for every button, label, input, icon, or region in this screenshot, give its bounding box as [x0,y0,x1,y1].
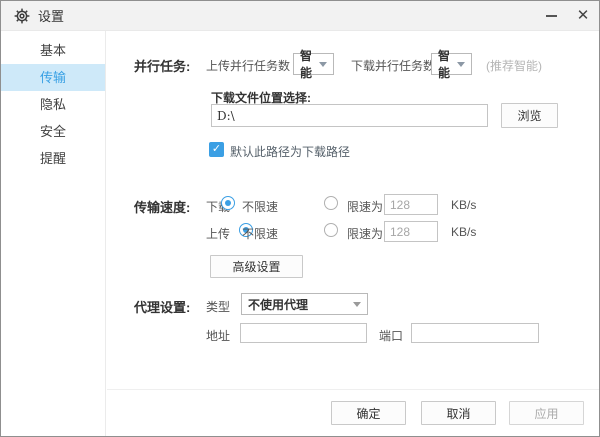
download-limit-unit: KB/s [451,198,476,212]
download-parallel-label: 下载并行任务数 [351,57,435,74]
upload-parallel-value: 智能 [300,47,313,81]
proxy-type-value: 不使用代理 [248,296,308,313]
proxy-port-label: 端口 [379,327,403,344]
upload-speed-label: 上传 [206,225,230,242]
parallel-tasks-section-label: 并行任务: [134,56,190,75]
upload-parallel-label: 上传并行任务数 [206,57,290,74]
proxy-type-label: 类型 [206,298,230,315]
download-path-input[interactable] [211,104,488,127]
upload-limit-radio[interactable] [324,223,338,237]
sidebar-item-privacy[interactable]: 隐私 [1,91,105,118]
download-parallel-value: 智能 [438,47,451,81]
minimize-icon [546,15,557,17]
chevron-down-icon [457,62,465,67]
sidebar: 基本 传输 隐私 安全 提醒 [1,31,106,436]
transfer-settings-panel: 并行任务: 上传并行任务数 智能 下载并行任务数 智能 (推荐智能) 下载文件位… [107,31,599,436]
ok-button[interactable]: 确定 [331,401,406,425]
recommended-hint: (推荐智能) [486,57,542,74]
upload-limit-unit: KB/s [451,225,476,239]
settings-dialog: 设置 ✕ 基本 传输 隐私 安全 提醒 并行任务: 上传并行任务数 智能 下载并… [0,0,600,437]
close-icon: ✕ [577,8,590,23]
close-button[interactable]: ✕ [567,1,599,31]
gear-icon [14,8,30,24]
browse-button[interactable]: 浏览 [501,103,558,128]
footer-divider [107,389,599,390]
upload-limit-label: 限速为 [347,225,383,242]
download-unlimited-label: 不限速 [242,198,278,215]
minimize-button[interactable] [535,1,567,31]
advanced-settings-button[interactable]: 高级设置 [210,255,303,278]
download-parallel-select[interactable]: 智能 [431,53,472,75]
download-limit-radio[interactable] [324,196,338,210]
default-path-checkbox[interactable]: ✓ [209,142,224,157]
checkmark-icon: ✓ [212,144,221,155]
sidebar-item-security[interactable]: 安全 [1,118,105,145]
apply-button[interactable]: 应用 [509,401,584,425]
default-path-checkbox-label: 默认此路径为下载路径 [230,143,350,160]
upload-limit-input[interactable] [384,221,438,242]
sidebar-item-reminder[interactable]: 提醒 [1,145,105,172]
download-limit-label: 限速为 [347,198,383,215]
proxy-address-label: 地址 [206,327,230,344]
upload-unlimited-label: 不限速 [242,225,278,242]
proxy-port-input[interactable] [411,323,539,343]
window-title: 设置 [38,6,64,25]
chevron-down-icon [353,302,361,307]
upload-parallel-select[interactable]: 智能 [293,53,334,75]
sidebar-item-transfer[interactable]: 传输 [1,64,105,91]
proxy-type-select[interactable]: 不使用代理 [241,293,368,315]
cancel-button[interactable]: 取消 [421,401,496,425]
chevron-down-icon [319,62,327,67]
sidebar-item-basic[interactable]: 基本 [1,37,105,64]
proxy-address-input[interactable] [240,323,367,343]
title-bar: 设置 ✕ [1,1,599,31]
proxy-section-label: 代理设置: [134,297,190,316]
transfer-speed-section-label: 传输速度: [134,197,190,216]
download-unlimited-radio[interactable] [221,196,235,210]
download-limit-input[interactable] [384,194,438,215]
